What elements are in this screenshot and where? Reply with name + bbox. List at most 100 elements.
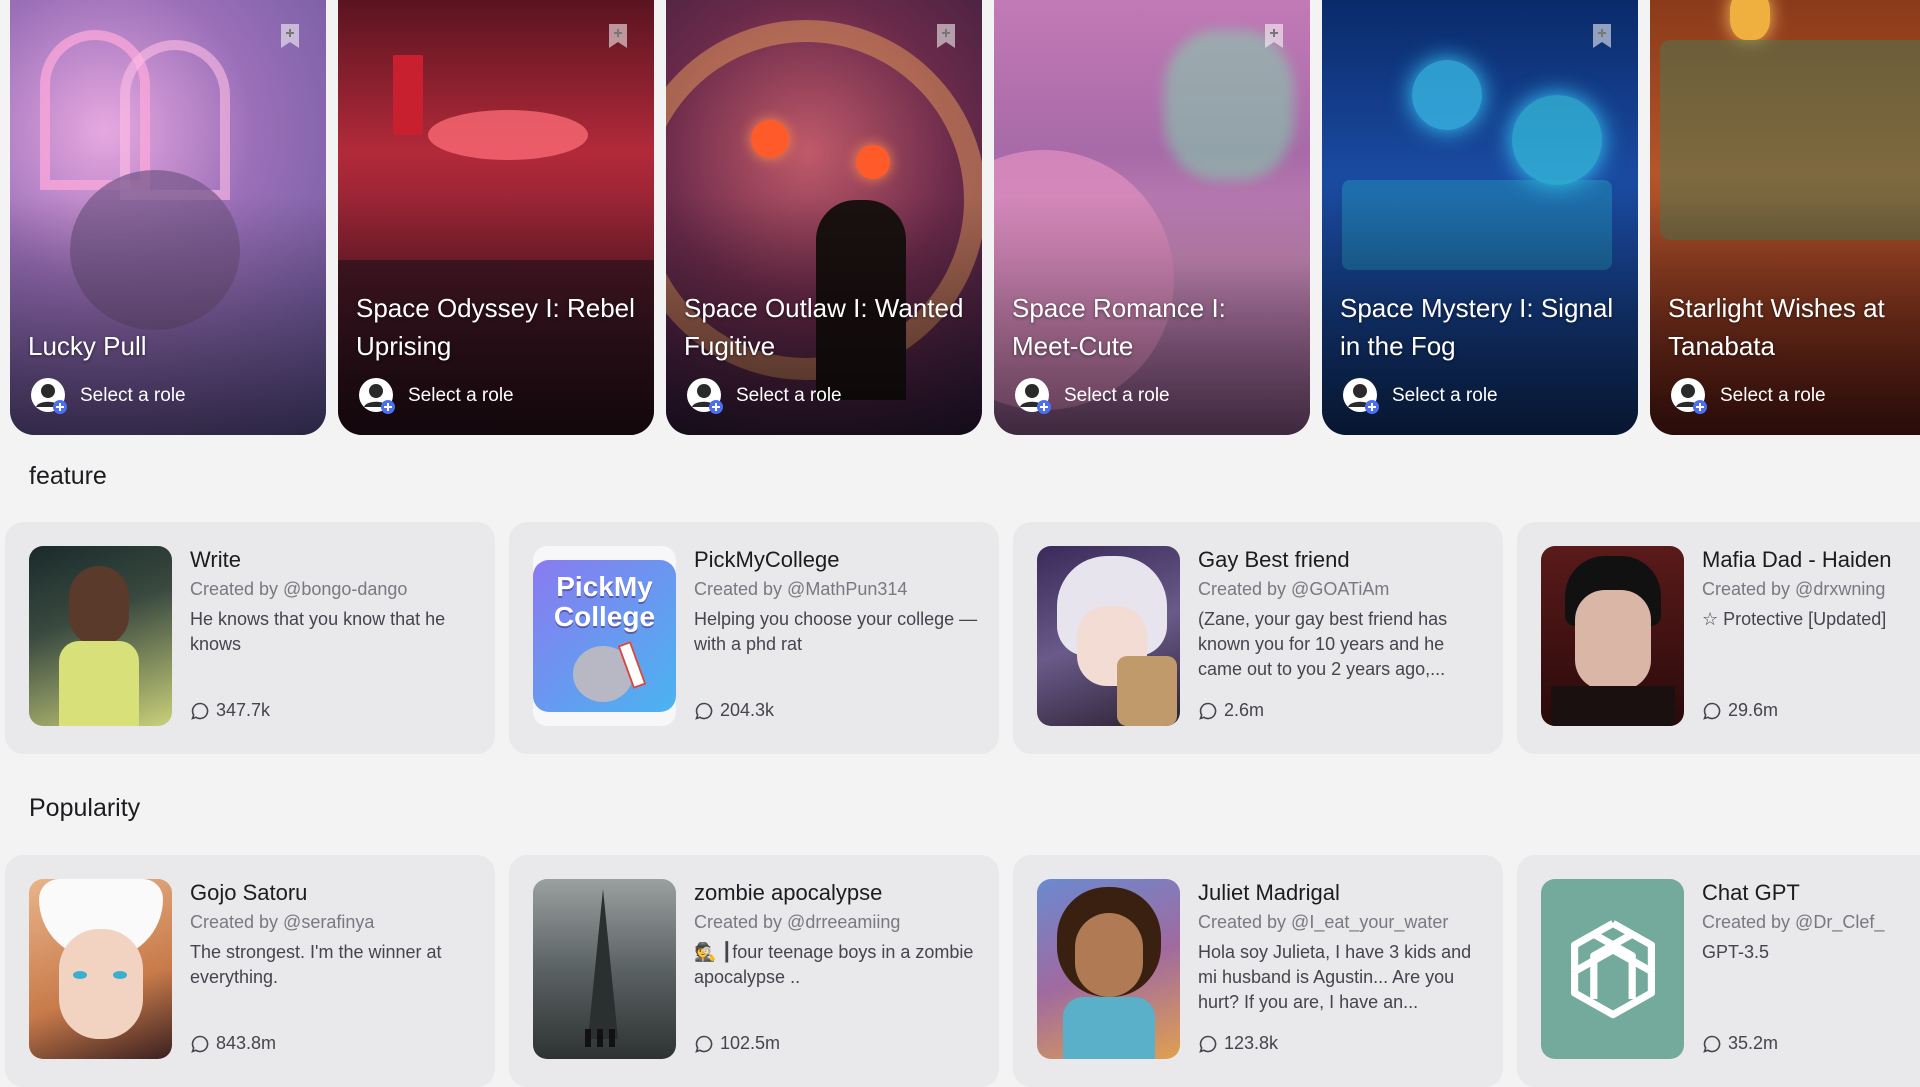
popularity-row: Gojo Satoru Created by @serafinya The st…	[5, 855, 1920, 1087]
creator-label[interactable]: Created by @serafinya	[190, 907, 485, 937]
character-description: Helping you choose your college — with a…	[694, 609, 978, 654]
creator-label[interactable]: Created by @I_eat_your_water	[1198, 907, 1493, 937]
section-title-popularity: Popularity	[29, 794, 141, 822]
thumb-text: PickMy	[556, 571, 653, 602]
character-card[interactable]: Juliet Madrigal Created by @I_eat_your_w…	[1013, 855, 1503, 1087]
character-avatar	[1541, 546, 1684, 726]
select-role-button[interactable]: Select a role	[1014, 377, 1170, 415]
select-role-label: Select a role	[736, 385, 842, 406]
bookmark-add-icon[interactable]	[606, 22, 630, 50]
card-info: zombie apocalypse Created by @drreeamiin…	[694, 879, 989, 990]
card-shade	[666, 0, 982, 435]
card-shade	[10, 0, 326, 435]
character-description: (Zane, your gay best friend has known yo…	[1198, 609, 1448, 679]
thumb-text: College	[553, 601, 656, 632]
character-avatar	[1037, 879, 1180, 1059]
character-name: Juliet Madrigal	[1198, 880, 1340, 905]
user-add-icon	[1343, 378, 1379, 414]
scenario-title: Space Outlaw I: Wanted Fugitive	[684, 293, 964, 361]
character-card[interactable]: Gojo Satoru Created by @serafinya The st…	[5, 855, 495, 1087]
chat-bubble-icon	[1199, 1035, 1217, 1053]
user-add-icon	[359, 378, 395, 414]
card-info: Gojo Satoru Created by @serafinya The st…	[190, 879, 485, 990]
character-card[interactable]: zombie apocalypse Created by @drreeamiin…	[509, 855, 999, 1087]
scenario-card[interactable]: Space Odyssey I: Rebel Uprising Select a…	[338, 0, 654, 435]
user-add-icon	[687, 378, 723, 414]
card-info: PickMyCollege Created by @MathPun314 Hel…	[694, 546, 989, 657]
character-card[interactable]: Chat GPT Created by @Dr_Clef_ GPT-3.5 35…	[1517, 855, 1920, 1087]
chat-count-value: 102.5m	[720, 1033, 781, 1053]
chat-bubble-icon	[1703, 1035, 1721, 1053]
character-description: Hola soy Julieta, I have 3 kids and mi h…	[1198, 942, 1472, 1012]
chat-count-value: 123.8k	[1224, 1033, 1279, 1053]
user-add-icon	[1015, 378, 1051, 414]
chat-bubble-icon	[191, 702, 209, 720]
scenario-title: Lucky Pull	[28, 331, 147, 361]
character-card[interactable]: PickMy College PickMyCollege Created by …	[509, 522, 999, 754]
chat-bubble-icon	[1199, 702, 1217, 720]
creator-label[interactable]: Created by @drxwning	[1702, 574, 1920, 604]
character-description: He knows that you know that he knows	[190, 609, 446, 654]
scenario-card[interactable]: Starlight Wishes at Tanabata Select a ro…	[1650, 0, 1920, 435]
character-name: zombie apocalypse	[694, 880, 883, 905]
chat-count-value: 29.6m	[1728, 700, 1779, 720]
scenario-card[interactable]: Space Romance I: Meet-Cute Select a role	[994, 0, 1310, 435]
scenario-card[interactable]: Lucky Pull Select a role	[10, 0, 326, 435]
chat-count-value: 347.7k	[216, 700, 271, 720]
chat-count-value: 204.3k	[720, 700, 775, 720]
select-role-label: Select a role	[408, 385, 514, 406]
bookmark-add-icon[interactable]	[1590, 22, 1614, 50]
select-role-button[interactable]: Select a role	[686, 377, 842, 415]
character-name: Chat GPT	[1702, 880, 1800, 905]
chat-count: 2.6m	[1198, 700, 1264, 721]
scenario-card[interactable]: Space Mystery I: Signal in the Fog Selec…	[1322, 0, 1638, 435]
select-role-label: Select a role	[1720, 385, 1826, 406]
select-role-button[interactable]: Select a role	[1670, 377, 1826, 415]
scenario-title: Space Odyssey I: Rebel Uprising	[356, 293, 635, 361]
character-name: Gay Best friend	[1198, 547, 1350, 572]
scenario-title: Space Mystery I: Signal in the Fog	[1340, 293, 1614, 361]
character-card[interactable]: Mafia Dad - Haiden Created by @drxwning …	[1517, 522, 1920, 754]
select-role-label: Select a role	[80, 385, 186, 406]
card-shade	[338, 0, 654, 435]
card-info: Juliet Madrigal Created by @I_eat_your_w…	[1198, 879, 1493, 1015]
character-description: GPT-3.5	[1702, 942, 1770, 962]
card-info: Write Created by @bongo-dango He knows t…	[190, 546, 485, 657]
select-role-label: Select a role	[1392, 385, 1498, 406]
creator-label[interactable]: Created by @GOATiAm	[1198, 574, 1493, 604]
character-name: Write	[190, 547, 241, 572]
character-avatar	[533, 879, 676, 1059]
character-card[interactable]: Gay Best friend Created by @GOATiAm (Zan…	[1013, 522, 1503, 754]
creator-label[interactable]: Created by @MathPun314	[694, 574, 989, 604]
creator-label[interactable]: Created by @bongo-dango	[190, 574, 485, 604]
select-role-button[interactable]: Select a role	[1342, 377, 1498, 415]
chat-count-value: 35.2m	[1728, 1033, 1779, 1053]
chat-count-value: 2.6m	[1224, 700, 1265, 720]
character-description: ☆ Protective [Updated]	[1702, 609, 1887, 629]
select-role-label: Select a role	[1064, 385, 1170, 406]
character-avatar	[29, 546, 172, 726]
character-card[interactable]: Write Created by @bongo-dango He knows t…	[5, 522, 495, 754]
scenario-title: Space Romance I: Meet-Cute	[1012, 293, 1226, 361]
scenario-card[interactable]: Space Outlaw I: Wanted Fugitive Select a…	[666, 0, 982, 435]
select-role-button[interactable]: Select a role	[358, 377, 514, 415]
scenario-title: Starlight Wishes at Tanabata	[1668, 293, 1885, 361]
bookmark-add-icon[interactable]	[934, 22, 958, 50]
bookmark-add-icon[interactable]	[1262, 22, 1286, 50]
chat-count: 35.2m	[1702, 1033, 1778, 1054]
character-name: Gojo Satoru	[190, 880, 308, 905]
card-info: Mafia Dad - Haiden Created by @drxwning …	[1702, 546, 1920, 632]
chat-bubble-icon	[695, 702, 713, 720]
bookmark-add-icon[interactable]	[278, 22, 302, 50]
chat-count: 204.3k	[694, 700, 774, 721]
card-info: Chat GPT Created by @Dr_Clef_ GPT-3.5	[1702, 879, 1920, 965]
card-shade	[1322, 0, 1638, 435]
user-add-icon	[31, 378, 67, 414]
feature-row: Write Created by @bongo-dango He knows t…	[5, 522, 1920, 754]
creator-label[interactable]: Created by @drreeamiing	[694, 907, 989, 937]
scenario-carousel: Lucky Pull Select a role Space Odyssey I…	[10, 0, 1920, 435]
chat-count-value: 843.8m	[216, 1033, 277, 1053]
character-description: 🕵 ┃four teenage boys in a zombie apocaly…	[694, 942, 974, 987]
creator-label[interactable]: Created by @Dr_Clef_	[1702, 907, 1920, 937]
select-role-button[interactable]: Select a role	[30, 377, 186, 415]
